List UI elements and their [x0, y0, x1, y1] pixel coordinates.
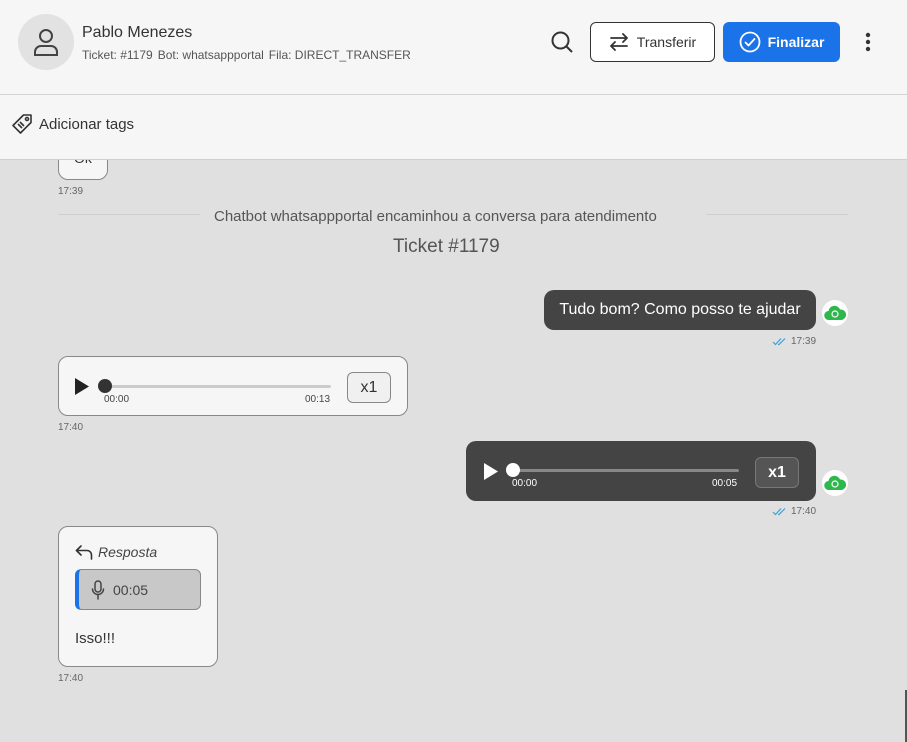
- more-options-button[interactable]: [856, 28, 880, 56]
- outgoing-message-bubble: Tudo bom? Como posso te ajudar: [544, 290, 816, 330]
- message-time: 17:40: [58, 422, 84, 433]
- finalize-button[interactable]: Finalizar: [723, 22, 840, 62]
- whatsapp-channel-icon: [822, 470, 848, 496]
- play-icon[interactable]: [483, 462, 499, 481]
- message-text: Tudo bom? Como posso te ajudar: [559, 301, 801, 318]
- transfer-button[interactable]: Transferir: [590, 22, 715, 62]
- playback-speed-button[interactable]: x1: [347, 372, 391, 403]
- double-check-icon: [772, 508, 786, 516]
- message-time: 17:39: [791, 336, 817, 347]
- add-tags-label: Adicionar tags: [39, 115, 135, 133]
- divider-left: [58, 214, 200, 215]
- quoted-audio-duration: 00:05: [113, 581, 149, 598]
- message-status: 17:40: [772, 506, 816, 517]
- ticket-title: Ticket #1179: [393, 236, 500, 257]
- user-icon: [34, 29, 58, 56]
- message-time: 17:40: [58, 673, 84, 684]
- audio-progress-track[interactable]: [515, 469, 739, 472]
- play-icon[interactable]: [74, 377, 90, 396]
- system-event-text: Chatbot whatsappportal encaminhou a conv…: [214, 208, 657, 225]
- message-time: 17:39: [58, 186, 84, 197]
- message-time: 17:40: [791, 506, 817, 517]
- playback-speed-button[interactable]: x1: [755, 457, 799, 488]
- audio-progress-track[interactable]: [105, 385, 331, 388]
- microphone-icon: [91, 579, 105, 600]
- reply-label: Resposta: [98, 544, 158, 560]
- tags-bar: Adicionar tags: [0, 95, 907, 160]
- add-tags-button[interactable]: Adicionar tags: [11, 111, 134, 137]
- double-check-icon: [772, 338, 786, 346]
- more-vertical-icon: [865, 32, 871, 52]
- incoming-message-bubble: Ok: [58, 160, 108, 180]
- incoming-audio-bubble: 00:00 00:13 x1: [58, 356, 408, 416]
- transfer-label: Transferir: [636, 34, 697, 50]
- tag-icon: [12, 114, 32, 134]
- message-text: Ok: [74, 160, 92, 166]
- check-circle-icon: [739, 31, 760, 53]
- contact-avatar[interactable]: [18, 14, 74, 70]
- search-icon: [551, 31, 573, 53]
- transfer-arrows-icon: [609, 33, 628, 51]
- audio-duration: 00:13: [305, 394, 331, 405]
- queue-name: Fila: DIRECT_TRANSFER: [268, 48, 411, 62]
- audio-duration: 00:05: [712, 478, 738, 489]
- outgoing-audio-bubble: 00:00 00:05 x1: [466, 441, 816, 501]
- ticket-meta: Ticket: #1179 Bot: whatsappportal Fila: DI…: [82, 48, 416, 62]
- finalize-label: Finalizar: [767, 34, 825, 50]
- audio-progress-handle[interactable]: [506, 463, 520, 477]
- message-status: 17:39: [772, 336, 816, 347]
- audio-current-time: 00:00: [512, 478, 538, 489]
- divider-right: [706, 214, 848, 215]
- whatsapp-channel-icon: [822, 300, 848, 326]
- incoming-reply-bubble: Resposta 00:05 Isso!!!: [58, 526, 218, 667]
- reply-header: Resposta: [75, 544, 157, 560]
- audio-progress-handle[interactable]: [98, 379, 112, 393]
- chat-header: Pablo Menezes Ticket: #1179 Bot: whatsapp…: [0, 0, 907, 95]
- contact-name: Pablo Menezes: [82, 24, 193, 41]
- audio-current-time: 00:00: [104, 394, 130, 405]
- reply-arrow-icon: [75, 545, 93, 560]
- chat-messages-area[interactable]: Ok 17:39 Chatbot whatsappportal encaminh…: [0, 160, 907, 742]
- ticket-number: Ticket: #1179: [82, 48, 153, 62]
- search-button[interactable]: [548, 28, 576, 56]
- bot-name: Bot: whatsappportal: [157, 48, 264, 62]
- quoted-audio[interactable]: 00:05: [75, 569, 201, 610]
- message-text: Isso!!!: [75, 630, 116, 647]
